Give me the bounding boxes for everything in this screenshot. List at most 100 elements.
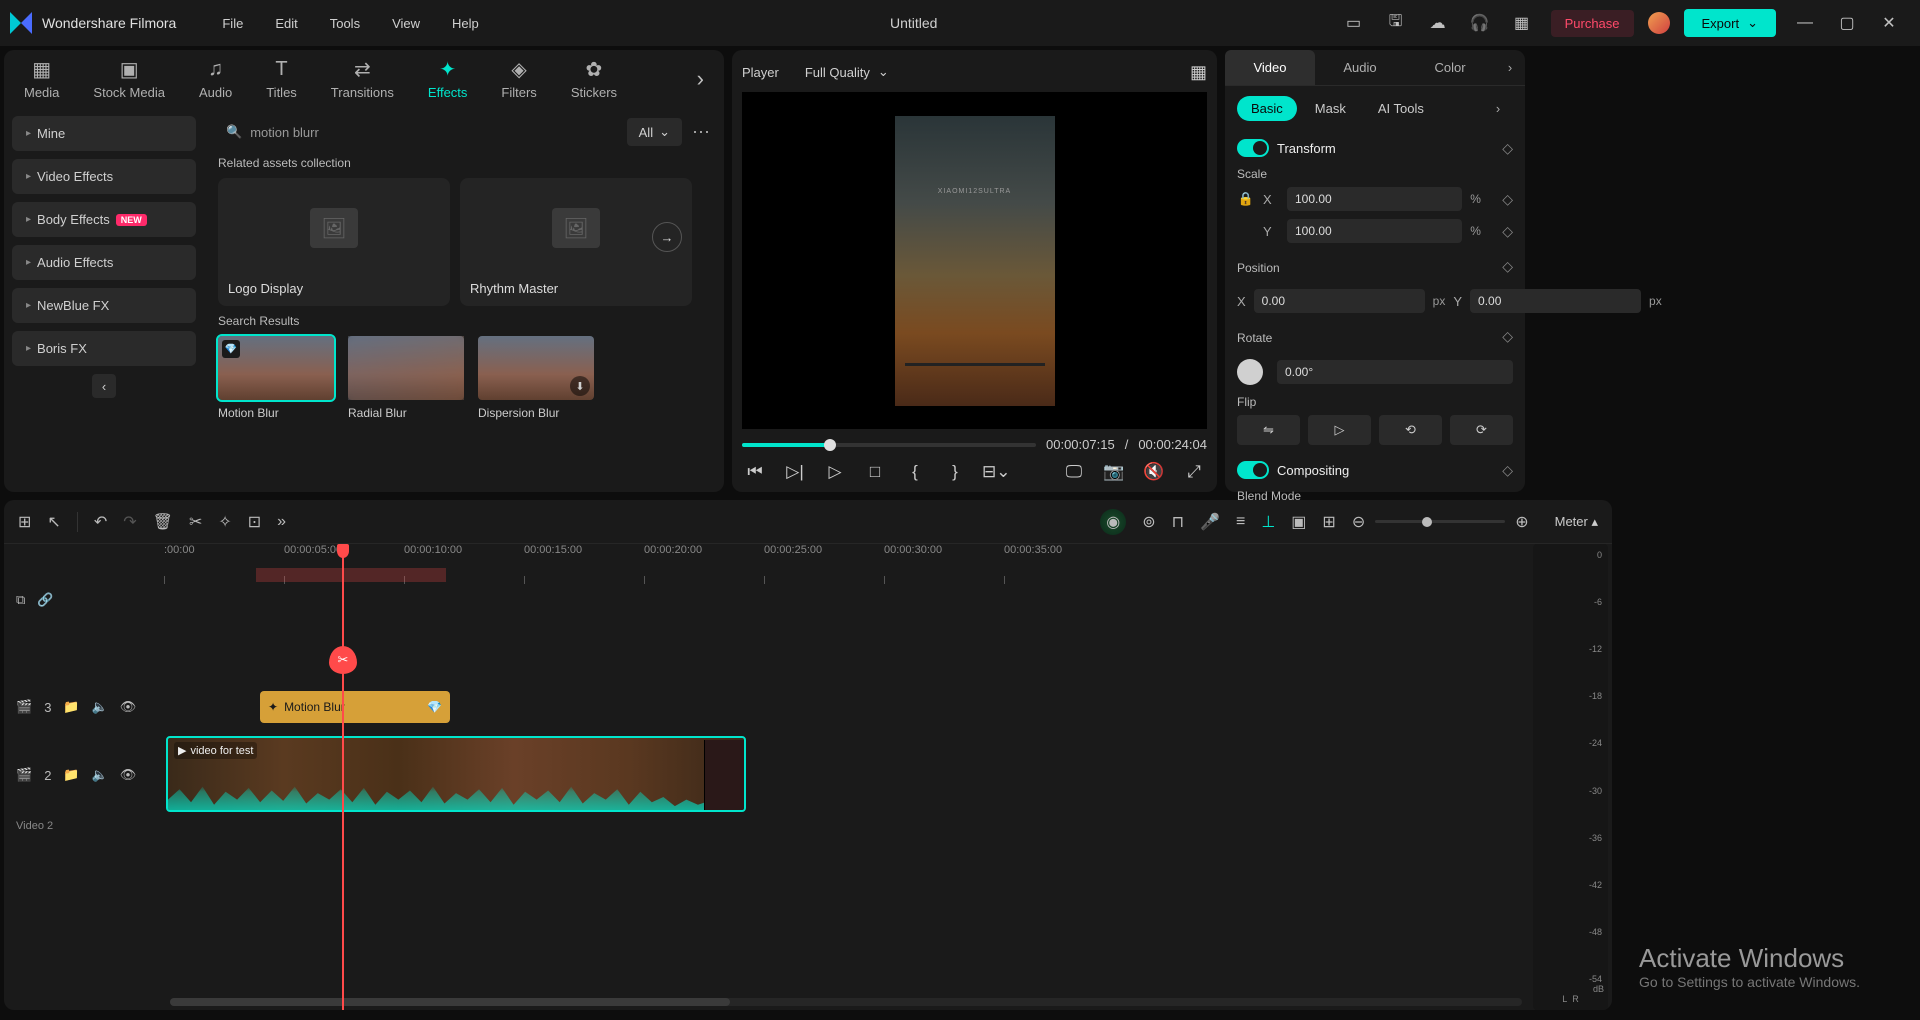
tl-render-icon[interactable]: ⊚ xyxy=(1142,512,1155,532)
subtab-ai-tools[interactable]: AI Tools xyxy=(1364,96,1438,121)
cat-mine[interactable]: ▸Mine xyxy=(12,116,196,151)
cat-boris-fx[interactable]: ▸Boris FX xyxy=(12,331,196,366)
menu-edit[interactable]: Edit xyxy=(259,8,313,39)
voiceover-button[interactable]: 🎤 xyxy=(1200,512,1220,532)
user-avatar[interactable] xyxy=(1648,12,1670,34)
snapshot-icon[interactable]: 📷 xyxy=(1101,462,1127,482)
crop-button[interactable]: ⊡ xyxy=(248,512,261,532)
track-mute-icon[interactable]: 🔈 xyxy=(92,767,108,783)
tab-stock-media[interactable]: ▣Stock Media xyxy=(93,59,165,100)
more-tools-button[interactable]: » xyxy=(277,513,286,531)
video-preview[interactable] xyxy=(742,92,1207,429)
tl-marker-icon[interactable]: ⊓ xyxy=(1172,512,1184,532)
effect-thumb-dispersion-blur[interactable]: ⬇Dispersion Blur xyxy=(478,336,594,420)
razor-icon[interactable]: ✂ xyxy=(329,646,357,674)
split-button[interactable]: ✂ xyxy=(189,512,202,532)
maximize-button[interactable]: ▢ xyxy=(1832,8,1862,38)
rotate-dial[interactable] xyxy=(1237,359,1263,385)
meter-toggle[interactable]: Meter ▴ xyxy=(1555,514,1598,530)
timeline-scrollbar[interactable] xyxy=(170,998,1522,1006)
tl-cursor-icon[interactable]: ↖ xyxy=(47,512,60,532)
purchase-button[interactable]: Purchase xyxy=(1551,10,1634,37)
keyframe-diamond-icon[interactable]: ◇ xyxy=(1502,258,1513,275)
tl-link-icon[interactable]: 🔗 xyxy=(37,592,53,608)
keyframe-diamond-icon[interactable]: ◇ xyxy=(1502,462,1513,479)
step-back-button[interactable]: ▷| xyxy=(782,462,808,482)
display-icon[interactable]: 🖵 xyxy=(1061,462,1087,482)
tl-magnet-icon[interactable]: ⊥ xyxy=(1261,512,1275,532)
compositing-toggle[interactable] xyxy=(1237,461,1269,479)
effect-thumb-motion-blur[interactable]: 💎Motion Blur xyxy=(218,336,334,420)
redo-button[interactable]: ↷ xyxy=(123,512,136,532)
close-button[interactable]: ✕ xyxy=(1874,8,1904,38)
quality-dropdown[interactable]: Full Quality⌄ xyxy=(795,60,899,84)
cat-newblue-fx[interactable]: ▸NewBlue FX xyxy=(12,288,196,323)
transform-toggle[interactable] xyxy=(1237,139,1269,157)
tl-grid-icon[interactable]: ⊞ xyxy=(18,512,31,532)
mute-icon[interactable]: 🔇 xyxy=(1141,462,1167,482)
inspector-tab-video[interactable]: Video xyxy=(1225,50,1315,85)
tab-effects[interactable]: ✦Effects xyxy=(428,59,468,100)
mark-out-button[interactable]: } xyxy=(942,462,968,482)
play-button[interactable]: ▷ xyxy=(822,462,848,482)
tl-group-icon[interactable]: ▣ xyxy=(1291,512,1306,532)
undo-button[interactable]: ↶ xyxy=(94,512,107,532)
delete-button[interactable]: 🗑 xyxy=(153,512,173,532)
cat-audio-effects[interactable]: ▸Audio Effects xyxy=(12,245,196,280)
tl-mixer-icon[interactable]: ≡ xyxy=(1236,513,1245,531)
track-add-icon[interactable]: 📁 xyxy=(63,767,79,783)
apps-icon[interactable]: ▦ xyxy=(1507,8,1537,38)
cat-body-effects[interactable]: ▸Body EffectsNEW xyxy=(12,202,196,237)
save-icon[interactable]: 🖫 xyxy=(1381,8,1411,38)
minimize-button[interactable]: — xyxy=(1790,8,1820,38)
track-visibility-icon[interactable]: 👁 xyxy=(120,767,137,783)
aspect-dropdown[interactable]: ⊟⌄ xyxy=(982,462,1008,482)
zoom-in-button[interactable]: ⊕ xyxy=(1515,512,1528,532)
keyframe-diamond-icon[interactable]: ◇ xyxy=(1502,191,1513,208)
rotate-ccw-button[interactable]: ⟲ xyxy=(1379,415,1442,445)
position-y-input[interactable] xyxy=(1470,289,1641,313)
flip-vertical-button[interactable]: ▷ xyxy=(1308,415,1371,445)
track-visibility-icon[interactable]: 👁 xyxy=(120,699,137,715)
inspector-tab-color[interactable]: Color xyxy=(1405,50,1495,85)
scale-x-input[interactable] xyxy=(1287,187,1462,211)
snapshot-area-icon[interactable]: ▦ xyxy=(1190,62,1207,83)
subtab-mask[interactable]: Mask xyxy=(1301,96,1360,121)
keyframe-diamond-icon[interactable]: ◇ xyxy=(1502,223,1513,240)
download-icon[interactable]: ⬇ xyxy=(570,376,590,396)
search-input[interactable]: 🔍motion blurr xyxy=(218,120,617,144)
fullscreen-icon[interactable]: ⤢ xyxy=(1181,462,1207,482)
menu-help[interactable]: Help xyxy=(436,8,495,39)
selection-range[interactable] xyxy=(256,568,446,582)
tabs-next-icon[interactable]: › xyxy=(697,66,704,92)
track-add-icon[interactable]: 📁 xyxy=(63,699,79,715)
mark-in-button[interactable]: { xyxy=(902,462,928,482)
cat-video-effects[interactable]: ▸Video Effects xyxy=(12,159,196,194)
more-icon[interactable]: ⋯ xyxy=(692,122,710,143)
stop-button[interactable]: □ xyxy=(862,462,888,482)
inspector-next-icon[interactable]: › xyxy=(1495,60,1525,75)
tab-audio[interactable]: ♫Audio xyxy=(199,59,232,100)
link-lock-icon[interactable]: 🔒 xyxy=(1237,191,1255,207)
playhead[interactable]: ✂ xyxy=(342,544,344,1010)
tab-filters[interactable]: ◈Filters xyxy=(501,59,536,100)
zoom-out-button[interactable]: ⊖ xyxy=(1352,512,1365,532)
rotate-cw-button[interactable]: ⟳ xyxy=(1450,415,1513,445)
position-x-input[interactable] xyxy=(1254,289,1425,313)
subtab-basic[interactable]: Basic xyxy=(1237,96,1297,121)
preview-scrubber[interactable] xyxy=(742,443,1036,447)
tl-fx-icon[interactable]: ✧ xyxy=(218,512,231,532)
scale-y-input[interactable] xyxy=(1287,219,1462,243)
video-clip[interactable]: ▶video for test xyxy=(166,736,746,812)
arrow-right-icon[interactable]: → xyxy=(652,222,682,252)
collection-card[interactable]: 🖼→Rhythm Master xyxy=(460,178,692,306)
ai-button[interactable]: ◉ xyxy=(1100,509,1126,535)
headphones-icon[interactable]: 🎧 xyxy=(1465,8,1495,38)
tl-copy-icon[interactable]: ⧉ xyxy=(16,592,25,608)
prev-frame-button[interactable]: ⏮ xyxy=(742,462,768,482)
cloud-icon[interactable]: ☁ xyxy=(1423,8,1453,38)
tab-media[interactable]: ▦Media xyxy=(24,59,59,100)
flip-horizontal-button[interactable]: ⇋ xyxy=(1237,415,1300,445)
collapse-sidebar-button[interactable]: ‹ xyxy=(92,374,116,398)
filter-dropdown[interactable]: All⌄ xyxy=(627,118,682,146)
